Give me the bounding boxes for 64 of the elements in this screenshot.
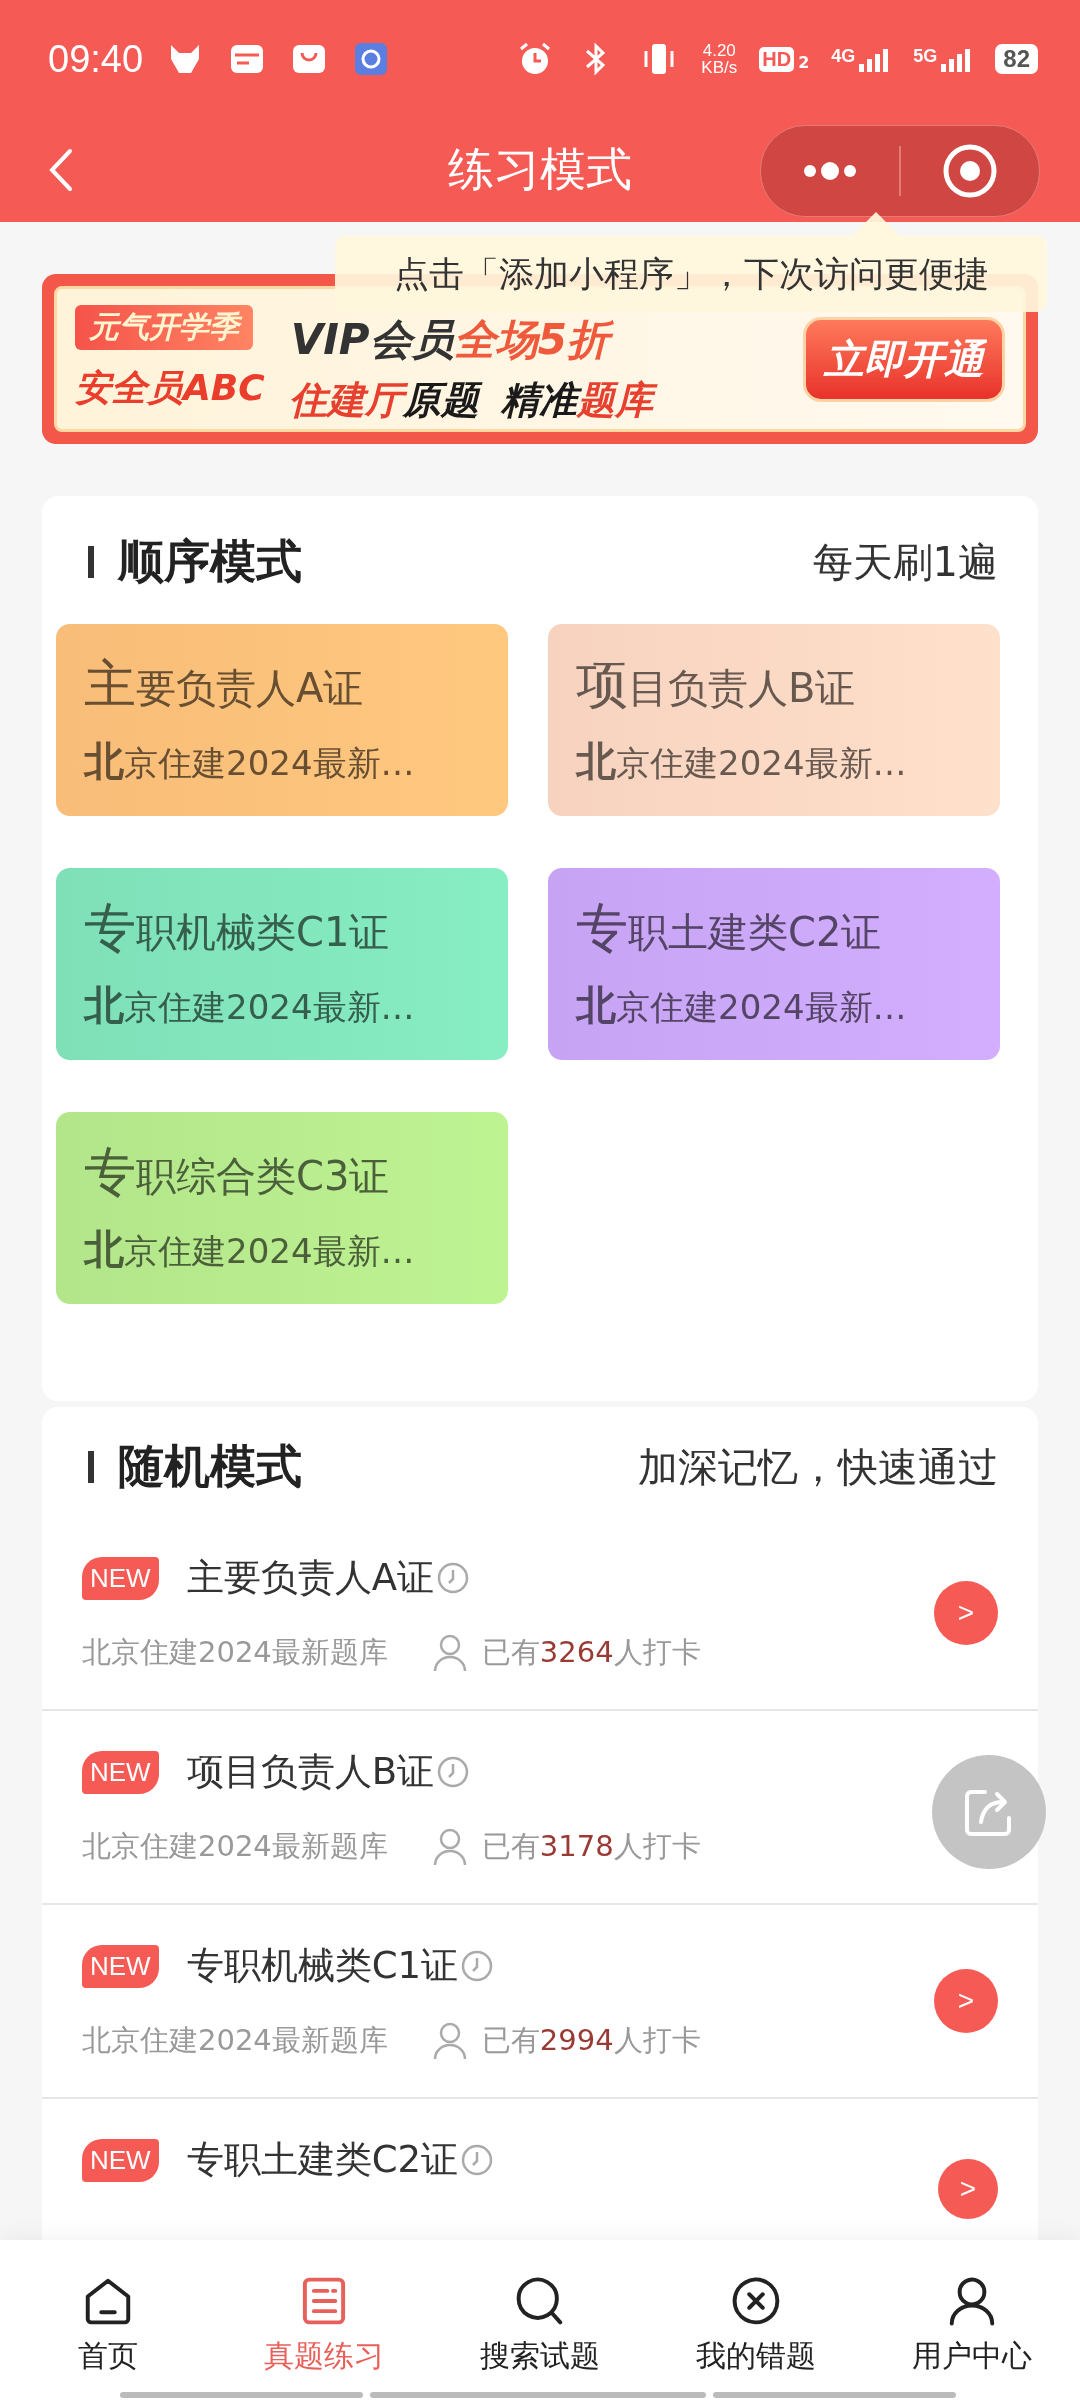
section-title: 顺序模式 [118, 533, 302, 590]
network-type: 4G [831, 46, 856, 67]
tab-item[interactable]: 首页 [0, 2240, 216, 2400]
clock-icon [436, 1755, 471, 1789]
tab-item[interactable]: 真题练习 [216, 2240, 432, 2400]
page-title: 练习模式 [448, 142, 632, 196]
checkin-count: 已有2994人打卡 [481, 2022, 701, 2059]
exam-tile[interactable]: 项目负责人B证 北京住建2024最新… [548, 624, 1000, 816]
exam-tile[interactable]: 专职土建类C2证 北京住建2024最新… [548, 868, 1000, 1060]
tile-subtitle: 北京住建2024最新… [84, 737, 416, 786]
tile-title: 专职机械类C1证 [84, 897, 391, 960]
exam-source: 北京住建2024最新题库 [82, 1634, 388, 1671]
exam-source: 北京住建2024最新题库 [82, 2022, 388, 2059]
go-button[interactable]: > [934, 1969, 998, 2033]
network-speed: 4.20 KB/s [701, 42, 738, 76]
tile-title: 项目负责人B证 [576, 653, 857, 716]
exam-tile[interactable]: 专职综合类C3证 北京住建2024最新… [56, 1112, 508, 1304]
battery-level: 82 [995, 44, 1038, 74]
exam-tile[interactable]: 主要负责人A证 北京住建2024最新… [56, 624, 508, 816]
tile-subtitle: 北京住建2024最新… [84, 981, 416, 1030]
user-icon [431, 1827, 468, 1867]
hd-indicator: HD 2 [759, 46, 810, 72]
tile-title: 专职土建类C2证 [576, 897, 883, 960]
exam-title[interactable]: 项目负责人B证 [186, 1747, 435, 1797]
tile-subtitle: 北京住建2024最新… [576, 981, 908, 1030]
checkin-count: 已有3178人打卡 [481, 1828, 701, 1865]
go-button[interactable]: > [934, 1581, 998, 1645]
section-title: 随机模式 [118, 1438, 302, 1495]
tab-item[interactable]: 我的错题 [648, 2240, 864, 2400]
banner-slogan: 住建厅原题 精准题库 [288, 374, 779, 426]
exam-source: 北京住建2024最新题库 [82, 1828, 388, 1865]
banner-subject: 安全员ABC [75, 366, 265, 410]
clock-icon [436, 1561, 470, 1595]
new-badge: NEW [82, 1556, 159, 1600]
add-tip-tooltip: 点击「添加小程序」，下次访问更便捷 [335, 236, 1047, 312]
exam-tile[interactable]: 专职机械类C1证 北京住建2024最新… [56, 868, 508, 1060]
user-icon [431, 2021, 468, 2061]
section-marker [88, 1451, 94, 1483]
tile-subtitle: 北京住建2024最新… [576, 737, 908, 786]
open-vip-button[interactable]: 立即开通 [803, 316, 1005, 402]
banner-tag: 元气开学季 [75, 305, 253, 350]
go-button[interactable]: > [938, 2159, 998, 2219]
tile-title: 专职综合类C3证 [84, 1141, 391, 1204]
checkin-count: 已有3264人打卡 [481, 1634, 701, 1671]
new-badge: NEW [82, 2138, 159, 2182]
network-type: 5G [913, 46, 938, 67]
banner-headline: VIP会员全场5折 [288, 314, 619, 365]
exam-title[interactable]: 专职机械类C1证 [186, 1941, 459, 1991]
status-time: 09:40 [48, 37, 144, 81]
new-badge: NEW [82, 1944, 159, 1988]
clock-icon [460, 2143, 495, 2177]
exam-title[interactable]: 主要负责人A证 [186, 1553, 434, 1603]
section-hint: 每天刷1遍 [812, 537, 998, 587]
exam-title[interactable]: 专职土建类C2证 [186, 2135, 459, 2185]
tile-subtitle: 北京住建2024最新… [84, 1225, 416, 1274]
section-marker [88, 546, 94, 578]
tile-title: 主要负责人A证 [84, 653, 365, 716]
clock-icon [460, 1949, 495, 1983]
section-hint: 加深记忆，快速通过 [638, 1442, 998, 1492]
close-icon[interactable] [942, 143, 998, 199]
tab-item[interactable]: 搜索试题 [432, 2240, 648, 2400]
user-icon [431, 1633, 468, 1673]
new-badge: NEW [82, 1750, 159, 1794]
tab-item[interactable]: 用户中心 [864, 2240, 1080, 2400]
